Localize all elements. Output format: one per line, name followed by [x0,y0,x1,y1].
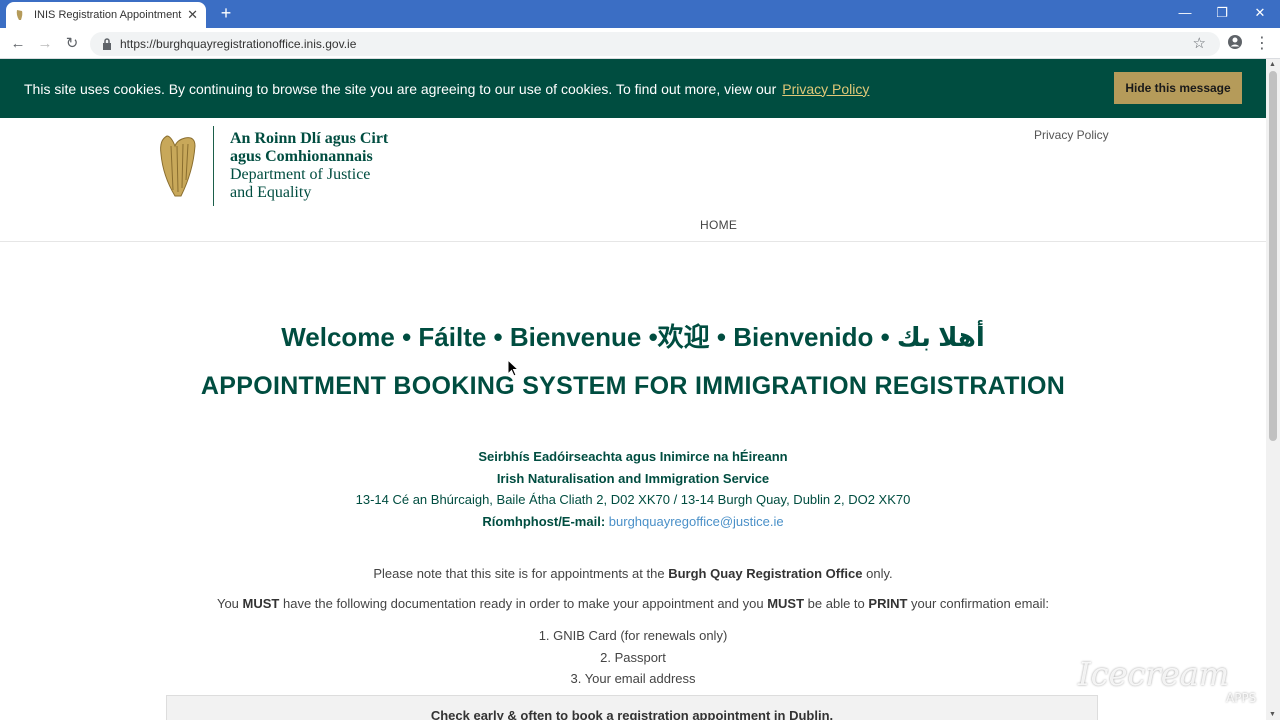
note2-d: your confirmation email: [911,596,1050,611]
watermark-sub: APPS [1226,691,1257,705]
email-link[interactable]: burghquayregoffice@justice.ie [609,514,784,529]
service-english: Irish Naturalisation and Immigration Ser… [496,470,770,486]
cookie-privacy-link[interactable]: Privacy Policy [782,81,869,97]
close-window-icon[interactable]: ✕ [1250,4,1270,22]
account-icon[interactable] [1225,34,1245,54]
browser-titlebar: INIS Registration Appointment Bo ✕ + — ❐… [0,0,1280,28]
address-bar[interactable]: https://burghquayregistrationoffice.inis… [90,32,1220,56]
browser-toolbar: ← → ↻ https://burghquayregistrationoffic… [0,28,1280,59]
cookie-message: This site uses cookies. By continuing to… [24,80,777,97]
browser-tab[interactable]: INIS Registration Appointment Bo ✕ [6,2,206,28]
note2-print: PRINT [868,596,908,611]
note1-bold: Burgh Quay Registration Office [668,566,863,581]
requirements-list: 1. GNIB Card (for renewals only) 2. Pass… [0,625,1266,690]
tab-title: INIS Registration Appointment Bo [34,9,184,21]
new-tab-button[interactable]: + [216,3,236,23]
list-item: 2. Passport [600,649,666,665]
logo-line-1: An Roinn Dlí agus Cirt [230,130,389,147]
watermark-text: Icecream [1078,655,1230,693]
documentation-note: You MUST have the following documentatio… [0,596,1266,611]
watermark: Icecream APPS [1078,655,1278,715]
list-item: 1. GNIB Card (for renewals only) [538,628,728,643]
tab-close-icon[interactable]: ✕ [187,7,198,23]
note2-must-2: MUST [767,596,805,611]
logo-line-2: agus Comhionannais [230,148,373,165]
harp-icon [160,135,196,197]
forward-icon[interactable]: → [35,34,55,54]
note2-must-1: MUST [242,596,280,611]
list-item: 3. Your email address [570,671,696,686]
url-text: https://burghquayregistrationoffice.inis… [120,37,357,51]
back-icon[interactable]: ← [8,34,28,54]
page-title: APPOINTMENT BOOKING SYSTEM FOR IMMIGRATI… [200,372,1066,400]
note2-b: have the following documentation ready i… [283,596,764,611]
logo-separator [213,126,214,206]
cookie-banner: This site uses cookies. By continuing to… [0,59,1266,118]
harp-favicon-icon [16,10,23,20]
menu-icon[interactable]: ⋮ [1252,34,1272,54]
minimize-icon[interactable]: — [1175,4,1195,22]
note2-c: be able to [807,596,865,611]
note1-post: only. [866,566,893,581]
department-logo[interactable]: An Roinn Dlí agus Cirt agus Comhionannai… [157,126,388,206]
note1-pre: Please note that this site is for appoin… [373,566,665,581]
page-content: This site uses cookies. By continuing to… [0,59,1266,720]
page-scrollbar[interactable]: ▲ ▼ [1266,59,1280,720]
privacy-policy-link[interactable]: Privacy Policy [1034,128,1109,142]
site-header: An Roinn Dlí agus Cirt agus Comhionannai… [0,118,1266,242]
email-line: Ríomhphost/E-mail: burghquayregoffice@ju… [0,511,1266,533]
logo-text: An Roinn Dlí agus Cirt agus Comhionannai… [230,130,388,202]
contact-info: Seirbhís Eadóirseachta agus Inimirce na … [0,446,1266,532]
scroll-up-icon[interactable]: ▲ [1269,61,1276,68]
reload-icon[interactable]: ↻ [62,34,82,54]
lock-icon [103,38,111,50]
scrollbar-thumb[interactable] [1269,71,1277,441]
hide-message-button[interactable]: Hide this message [1114,72,1242,104]
mouse-cursor-icon [507,359,519,377]
service-irish: Seirbhís Eadóirseachta agus Inimirce na … [478,449,788,464]
nav-home-link[interactable]: HOME [700,218,737,232]
restore-icon[interactable]: ❐ [1212,4,1232,22]
logo-line-3: Department of Justice [230,166,371,183]
office-note: Please note that this site is for appoin… [0,566,1266,581]
welcome-heading: Welcome • Fáilte • Bienvenue •欢迎 • Bienv… [281,322,985,352]
logo-line-4: and Equality [230,184,312,201]
notice-bar: Check early & often to book a registrati… [166,695,1098,720]
bookmark-star-icon[interactable]: ☆ [1193,34,1206,52]
note2-a: You [216,596,239,611]
email-label: Ríomhphost/E-mail: [482,513,606,529]
office-address: 13-14 Cé an Bhúrcaigh, Baile Átha Cliath… [355,492,911,507]
